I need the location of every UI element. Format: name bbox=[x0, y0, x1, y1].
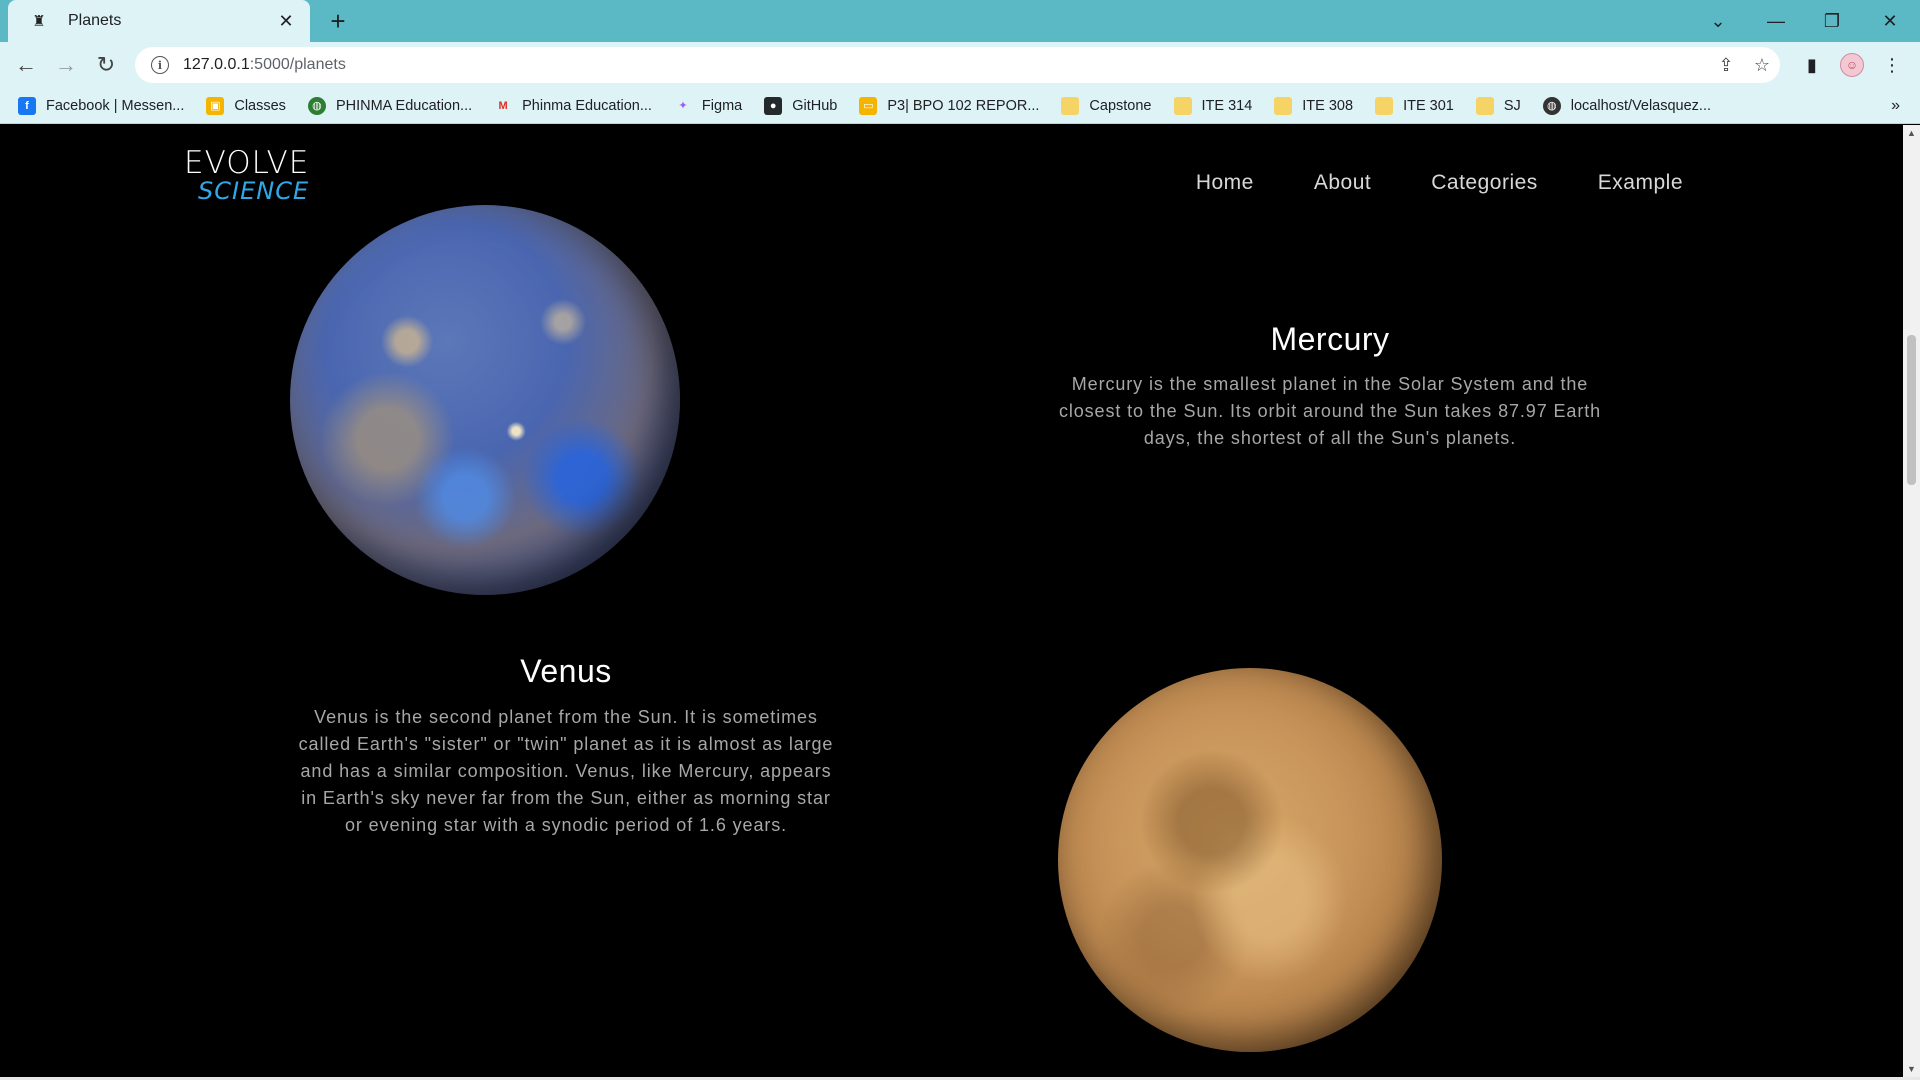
globe-icon: ◍ bbox=[307, 96, 326, 115]
bookmark-label: Classes bbox=[234, 97, 286, 114]
mercury-description: Mercury is the smallest planet in the So… bbox=[1058, 374, 1602, 448]
tab-planets[interactable]: ♜ Planets ✕ bbox=[8, 0, 310, 42]
bookmark-label: SJ bbox=[1503, 97, 1521, 114]
venus-description: Venus is the second planet from the Sun.… bbox=[298, 707, 834, 835]
venus-image bbox=[1058, 668, 1442, 1052]
bookmark-item[interactable]: Capstone bbox=[1061, 96, 1152, 115]
bookmark-label: ITE 314 bbox=[1201, 97, 1253, 114]
bookmark-item[interactable]: ◍ PHINMA Education... bbox=[307, 96, 473, 115]
bookmark-label: GitHub bbox=[792, 97, 838, 114]
bookmark-label: ITE 301 bbox=[1403, 97, 1454, 114]
scrollbar-thumb[interactable] bbox=[1907, 335, 1916, 485]
side-panel-icon[interactable]: ▮ bbox=[1796, 49, 1828, 81]
logo-line-1: EVOLVE bbox=[184, 145, 310, 181]
new-tab-button[interactable]: + bbox=[322, 6, 354, 38]
more-bookmarks-button[interactable]: » bbox=[1891, 88, 1900, 124]
tab-strip: ♜ Planets ✕ + ⌄ — ❐ ✕ bbox=[0, 0, 1920, 42]
url-host: 127.0.0.1 bbox=[183, 56, 250, 73]
vertical-scrollbar[interactable]: ▲ ▼ bbox=[1903, 125, 1920, 1078]
tab-search-chevron-icon[interactable]: ⌄ bbox=[1690, 0, 1746, 42]
minimize-button[interactable]: — bbox=[1748, 0, 1804, 42]
gmail-icon: M bbox=[498, 99, 508, 112]
classroom-icon: ▣ bbox=[206, 96, 225, 115]
site-info-icon[interactable]: i bbox=[151, 56, 169, 74]
reload-button[interactable]: ↻ bbox=[90, 49, 122, 81]
back-button[interactable]: ← bbox=[10, 49, 42, 81]
site-logo[interactable]: EVOLVE SCIENCE bbox=[184, 147, 314, 209]
bookmark-label: Phinma Education... bbox=[522, 97, 652, 114]
bookmark-item[interactable]: ▭ P3| BPO 102 REPOR... bbox=[859, 96, 1040, 115]
url-path: :5000/planets bbox=[249, 56, 346, 73]
nav-example[interactable]: Example bbox=[1598, 171, 1683, 195]
bookmark-item[interactable]: ◍ localhost/Velasquez... bbox=[1542, 96, 1712, 115]
url-text[interactable]: 127.0.0.1:5000/planets bbox=[183, 56, 1708, 74]
mercury-title: Mercury bbox=[1270, 321, 1390, 357]
globe-icon: ◍ bbox=[1542, 96, 1561, 115]
folder-icon bbox=[1475, 96, 1494, 115]
bookmark-label: PHINMA Education... bbox=[335, 97, 473, 114]
folder-icon bbox=[1173, 96, 1192, 115]
facebook-icon: f bbox=[18, 96, 36, 115]
close-tab-icon[interactable]: ✕ bbox=[276, 11, 296, 32]
bookmark-item[interactable]: f Facebook | Messen... bbox=[18, 96, 185, 115]
browser-toolbar: ← → ↻ i 127.0.0.1:5000/planets ⇪ ☆ ▮ ☺ ⋮ bbox=[0, 42, 1920, 88]
mercury-image bbox=[290, 205, 680, 595]
venus-title: Venus bbox=[520, 653, 612, 689]
address-bar[interactable]: i 127.0.0.1:5000/planets ⇪ ☆ bbox=[135, 47, 1780, 83]
profile-avatar[interactable]: ☺ bbox=[1836, 49, 1868, 81]
bookmark-label: localhost/Velasquez... bbox=[1570, 97, 1712, 114]
bookmark-item[interactable]: ITE 308 bbox=[1274, 96, 1354, 115]
logo-line-2: SCIENCE bbox=[198, 177, 310, 205]
bookmark-label: Facebook | Messen... bbox=[46, 97, 185, 114]
site-favicon-icon: ♜ bbox=[32, 13, 46, 30]
menu-kebab-icon[interactable]: ⋮ bbox=[1876, 49, 1908, 81]
tab-title: Planets bbox=[68, 12, 122, 29]
github-icon: ● bbox=[764, 96, 783, 115]
slides-icon: ▭ bbox=[859, 96, 878, 115]
share-icon[interactable]: ⇪ bbox=[1708, 55, 1744, 76]
folder-icon bbox=[1274, 96, 1293, 115]
bookmark-star-icon[interactable]: ☆ bbox=[1744, 55, 1780, 76]
bookmark-item[interactable]: ● GitHub bbox=[764, 96, 838, 115]
forward-button[interactable]: → bbox=[50, 49, 82, 81]
bookmark-item[interactable]: ▣ Classes bbox=[206, 96, 286, 115]
bookmark-label: Capstone bbox=[1089, 97, 1152, 114]
nav-about[interactable]: About bbox=[1314, 171, 1371, 195]
site-nav: Home About Categories Example bbox=[1136, 171, 1683, 195]
close-window-button[interactable]: ✕ bbox=[1862, 0, 1918, 42]
bookmark-item[interactable]: ITE 314 bbox=[1173, 96, 1253, 115]
bookmark-item[interactable]: SJ bbox=[1475, 96, 1521, 115]
figma-icon: ✦ bbox=[678, 100, 688, 112]
folder-icon bbox=[1375, 96, 1394, 115]
bookmark-item[interactable]: ITE 301 bbox=[1375, 96, 1454, 115]
restore-button[interactable]: ❐ bbox=[1804, 0, 1860, 42]
bookmark-label: Figma bbox=[701, 97, 743, 114]
bookmark-label: P3| BPO 102 REPOR... bbox=[887, 97, 1040, 114]
nav-categories[interactable]: Categories bbox=[1431, 171, 1538, 195]
avatar: ☺ bbox=[1840, 53, 1864, 77]
scroll-up-arrow-icon[interactable]: ▲ bbox=[1903, 125, 1920, 142]
bookmark-label: ITE 308 bbox=[1302, 97, 1354, 114]
folder-icon bbox=[1061, 96, 1080, 115]
nav-home[interactable]: Home bbox=[1196, 171, 1254, 195]
bookmark-item[interactable]: M Phinma Education... bbox=[494, 97, 652, 115]
scroll-down-arrow-icon[interactable]: ▼ bbox=[1903, 1061, 1920, 1078]
page-viewport: EVOLVE SCIENCE Home About Categories Exa… bbox=[0, 125, 1903, 1078]
bookmarks-bar: f Facebook | Messen... ▣ Classes ◍ PHINMA Edu… bbox=[0, 88, 1920, 124]
bookmark-item[interactable]: ✦ Figma bbox=[674, 97, 742, 115]
